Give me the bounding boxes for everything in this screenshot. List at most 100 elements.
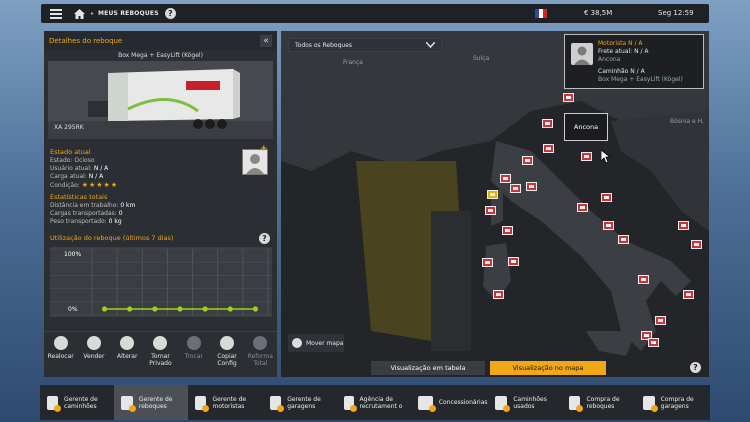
usage-point bbox=[101, 306, 108, 312]
move-map-label: Mover mapa bbox=[306, 339, 344, 347]
garage-marker[interactable] bbox=[648, 338, 659, 347]
swap-button[interactable]: Trocar bbox=[177, 332, 210, 377]
copy-config-label: Copiar Config bbox=[217, 353, 237, 367]
nav-label: Compra de garagens bbox=[660, 395, 694, 410]
garage-marker[interactable] bbox=[655, 316, 666, 325]
license-plate: XA 295RK bbox=[54, 124, 84, 131]
garage-marker[interactable] bbox=[581, 152, 592, 161]
assign-driver-button[interactable]: + bbox=[242, 144, 268, 175]
nav-trailer-manager[interactable]: Gerente de reboques bbox=[114, 385, 189, 420]
nav-dealerships[interactable]: Concessionárias bbox=[411, 385, 488, 420]
current-user-value: N / A bbox=[93, 165, 109, 172]
usage-point bbox=[177, 306, 183, 312]
modify-button[interactable]: Alterar bbox=[111, 332, 144, 377]
nav-buy-garages[interactable]: Compra de garagens bbox=[636, 385, 710, 420]
garage-marker[interactable] bbox=[542, 119, 553, 128]
nav-used-trucks[interactable]: Caminhões usados bbox=[488, 385, 562, 420]
panel-header: Detalhes do reboque « bbox=[44, 31, 277, 50]
chevron-down-icon bbox=[426, 42, 435, 48]
garage-marker[interactable] bbox=[683, 290, 694, 299]
nav-label: Gerente de caminhões bbox=[64, 395, 98, 410]
map-help-icon[interactable]: ? bbox=[690, 362, 701, 373]
garage-marker[interactable] bbox=[691, 240, 702, 249]
usage-point bbox=[202, 306, 208, 312]
garage-marker[interactable] bbox=[485, 206, 496, 215]
swap-label: Trocar bbox=[184, 353, 203, 360]
usage-chart-svg bbox=[50, 248, 272, 316]
trailer-map[interactable]: Todos os Reboques França Suíça Bósnia e … bbox=[281, 31, 709, 377]
garage-marker[interactable] bbox=[577, 203, 588, 212]
garage-marker[interactable] bbox=[543, 144, 554, 153]
modify-label: Alterar bbox=[116, 353, 138, 360]
nav-truck-manager[interactable]: Gerente de caminhões bbox=[40, 385, 114, 420]
garage-marker[interactable] bbox=[508, 257, 519, 266]
weight-row: Peso transportado: 0 kg bbox=[50, 218, 275, 226]
sell-label: Vender bbox=[83, 353, 105, 360]
stats-heading: Estatísticas totais bbox=[50, 193, 108, 201]
garage-marker[interactable] bbox=[618, 235, 629, 244]
lock-icon bbox=[153, 336, 168, 350]
garage-marker[interactable] bbox=[500, 174, 511, 183]
move-map-button[interactable]: Mover mapa bbox=[288, 334, 344, 352]
info-card-text: Motorista N / A Frete atual: N / A Ancon… bbox=[598, 40, 683, 84]
france-flag-icon bbox=[535, 9, 547, 18]
garage-marker[interactable] bbox=[603, 221, 614, 230]
sell-button[interactable]: Vender bbox=[77, 332, 110, 377]
trailer-name: Box Mega + EasyLift (Kögel) bbox=[118, 52, 203, 59]
trailer-filter-dropdown[interactable]: Todos os Reboques bbox=[288, 38, 442, 52]
actions-bar: Realocar Vender Alterar Tornar Privado T… bbox=[44, 331, 277, 377]
collapse-panel-button[interactable]: « bbox=[260, 34, 272, 47]
dealership-icon bbox=[417, 395, 436, 412]
relocate-button[interactable]: Realocar bbox=[44, 332, 77, 377]
make-private-label: Tornar Privado bbox=[149, 353, 172, 367]
garage-marker[interactable] bbox=[482, 258, 493, 267]
city-tooltip: Ancona bbox=[564, 113, 608, 141]
table-view-tab[interactable]: Visualização em tabela bbox=[371, 361, 485, 375]
usage-heading: Utilização do reboque (últimos 7 dias) bbox=[50, 234, 174, 242]
usage-point bbox=[127, 306, 133, 312]
distance-value: 0 km bbox=[120, 202, 136, 209]
top-bar: ▸ MEUS REBOQUES ? € 38,5M Seg 12:59 bbox=[41, 4, 709, 23]
condition-label: Condição: bbox=[50, 182, 80, 189]
nav-garage-manager[interactable]: Gerente de garagens bbox=[263, 385, 337, 420]
game-clock: Seg 12:59 bbox=[658, 9, 694, 17]
nav-buy-trailers[interactable]: Compra de reboques bbox=[562, 385, 636, 420]
map-label-franca: França bbox=[343, 59, 363, 66]
condition-stars: ★★★★★ bbox=[81, 181, 119, 189]
garage-marker[interactable] bbox=[493, 290, 504, 299]
trailer-icon bbox=[121, 395, 136, 412]
garage-marker[interactable] bbox=[522, 156, 533, 165]
nav-recruitment[interactable]: Agência de recrutament o bbox=[337, 385, 411, 420]
nav-label: Caminhões usados bbox=[513, 395, 547, 410]
garage-marker[interactable] bbox=[638, 275, 649, 284]
garage-marker[interactable] bbox=[510, 184, 521, 193]
current-cargo-label: Carga atual: bbox=[50, 173, 87, 180]
full-repair-label: Reforma Total bbox=[247, 353, 273, 367]
garage-marker[interactable] bbox=[563, 93, 574, 102]
current-user-label: Usuário atual: bbox=[50, 165, 92, 172]
menu-icon[interactable] bbox=[50, 8, 62, 19]
usage-max-label: 100% bbox=[64, 251, 82, 258]
trailer-details-panel: Detalhes do reboque « Box Mega + EasyLif… bbox=[44, 31, 277, 377]
garage-marker[interactable] bbox=[526, 182, 537, 191]
help-icon[interactable]: ? bbox=[164, 8, 176, 19]
cargo-count-row: Cargas transportadas: 0 bbox=[50, 210, 275, 218]
bottom-navigation: Gerente de caminhões Gerente de reboques… bbox=[40, 385, 710, 420]
garage-marker[interactable] bbox=[502, 226, 513, 235]
make-private-button[interactable]: Tornar Privado bbox=[144, 332, 177, 377]
distance-row: Distância em trabalho: 0 km bbox=[50, 202, 275, 210]
garage-marker[interactable] bbox=[601, 193, 612, 202]
map-view-tab[interactable]: Visualização no mapa bbox=[490, 361, 606, 375]
nav-driver-manager[interactable]: Gerente de motoristas bbox=[188, 385, 262, 420]
usage-help-icon[interactable]: ? bbox=[259, 233, 270, 244]
driver-icon bbox=[195, 395, 210, 412]
nav-label: Gerente de garagens bbox=[287, 395, 321, 410]
full-repair-button[interactable]: Reforma Total bbox=[244, 332, 277, 377]
home-icon[interactable] bbox=[74, 8, 85, 19]
usage-min-label: 0% bbox=[68, 306, 78, 313]
garage-marker[interactable] bbox=[678, 221, 689, 230]
selected-trailer-marker[interactable] bbox=[487, 190, 498, 199]
distance-label: Distância em trabalho: bbox=[50, 202, 119, 209]
copy-config-button[interactable]: Copiar Config bbox=[210, 332, 243, 377]
used-truck-icon bbox=[494, 395, 511, 412]
